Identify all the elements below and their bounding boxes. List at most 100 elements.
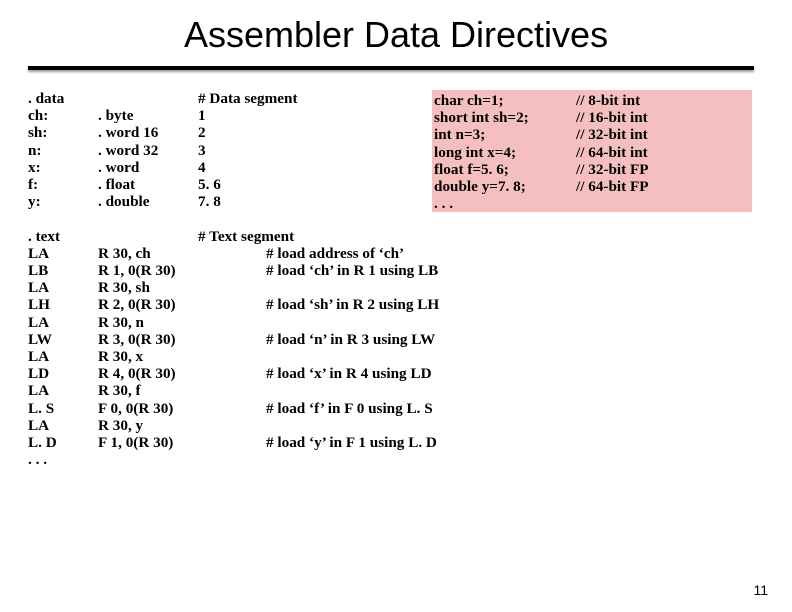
c-stmt: double y=7. 8;: [434, 178, 576, 195]
asm-label: LA: [28, 245, 98, 262]
asm-data-row: sh: . word 16 2: [28, 124, 439, 141]
asm-data-row: y: . double 7. 8: [28, 193, 439, 210]
asm-arg: [198, 417, 266, 434]
asm-label: L. S: [28, 400, 98, 417]
assembly-block: . data # Data segment ch: . byte 1 sh: .…: [28, 90, 439, 468]
asm-label: x:: [28, 159, 98, 176]
asm-data-row: x: . word 4: [28, 159, 439, 176]
asm-arg: [198, 434, 266, 451]
asm-arg: [198, 314, 266, 331]
asm-cmt: # load address of ‘ch’: [266, 245, 404, 262]
asm-op: R 30, x: [98, 348, 198, 365]
title-underline: [28, 66, 754, 70]
page-number: 11: [753, 582, 768, 598]
asm-label: LA: [28, 314, 98, 331]
asm-op: R 30, y: [98, 417, 198, 434]
asm-op: R 30, n: [98, 314, 198, 331]
asm-op: R 1, 0(R 30): [98, 262, 198, 279]
c-stmt: short int sh=2;: [434, 109, 576, 126]
asm-label: LW: [28, 331, 98, 348]
asm-op: [98, 90, 198, 107]
asm-data-row: f: . float 5. 6: [28, 176, 439, 193]
asm-arg: [198, 279, 266, 296]
asm-arg: [198, 245, 266, 262]
c-code-row: short int sh=2; // 16-bit int: [434, 109, 752, 126]
c-code-row: char ch=1; // 8-bit int: [434, 92, 752, 109]
asm-arg: # Data segment: [198, 90, 266, 107]
asm-label: LB: [28, 262, 98, 279]
asm-op: . word: [98, 159, 198, 176]
asm-op: F 1, 0(R 30): [98, 434, 198, 451]
asm-arg: [198, 296, 266, 313]
asm-text-row: LB R 1, 0(R 30) # load ‘ch’ in R 1 using…: [28, 262, 439, 279]
asm-label: y:: [28, 193, 98, 210]
c-comment: // 16-bit int: [576, 109, 648, 126]
asm-label: sh:: [28, 124, 98, 141]
asm-label: . . .: [28, 451, 98, 468]
c-comment: // 32-bit FP: [576, 161, 649, 178]
asm-cmt: # load ‘ch’ in R 1 using LB: [266, 262, 438, 279]
asm-text-row: L. S F 0, 0(R 30) # load ‘f’ in F 0 usin…: [28, 400, 439, 417]
asm-op: R 30, ch: [98, 245, 198, 262]
asm-op: [98, 451, 198, 468]
c-code-row: . . .: [434, 195, 752, 212]
asm-arg: 1: [198, 107, 266, 124]
asm-op: . double: [98, 193, 198, 210]
asm-label: LD: [28, 365, 98, 382]
asm-op: . byte: [98, 107, 198, 124]
blank-line: [28, 210, 439, 227]
asm-op: . float: [98, 176, 198, 193]
asm-label: LA: [28, 348, 98, 365]
asm-op: R 4, 0(R 30): [98, 365, 198, 382]
c-code-row: double y=7. 8; // 64-bit FP: [434, 178, 752, 195]
asm-arg: [198, 451, 266, 468]
asm-text-row: LA R 30, x: [28, 348, 439, 365]
asm-op: . word 32: [98, 142, 198, 159]
c-stmt: int n=3;: [434, 126, 576, 143]
asm-text-row: LA R 30, ch # load address of ‘ch’: [28, 245, 439, 262]
asm-cmt: # load ‘f’ in F 0 using L. S: [266, 400, 433, 417]
asm-label: . text: [28, 228, 98, 245]
asm-cmt: # load ‘n’ in R 3 using LW: [266, 331, 435, 348]
asm-arg: 2: [198, 124, 266, 141]
asm-text-row: LA R 30, f: [28, 382, 439, 399]
asm-text-row: LD R 4, 0(R 30) # load ‘x’ in R 4 using …: [28, 365, 439, 382]
asm-label: . data: [28, 90, 98, 107]
asm-op: . word 16: [98, 124, 198, 141]
asm-arg: [198, 262, 266, 279]
asm-data-row: n: . word 32 3: [28, 142, 439, 159]
asm-text-row: . . .: [28, 451, 439, 468]
asm-op: F 0, 0(R 30): [98, 400, 198, 417]
asm-arg: 3: [198, 142, 266, 159]
asm-arg: [198, 365, 266, 382]
asm-text-row: LH R 2, 0(R 30) # load ‘sh’ in R 2 using…: [28, 296, 439, 313]
asm-label: ch:: [28, 107, 98, 124]
asm-text-row: LA R 30, sh: [28, 279, 439, 296]
asm-arg: [198, 382, 266, 399]
asm-text-row: LA R 30, y: [28, 417, 439, 434]
asm-op: R 30, sh: [98, 279, 198, 296]
c-comment: // 32-bit int: [576, 126, 648, 143]
c-comment: // 64-bit FP: [576, 178, 649, 195]
asm-arg: [198, 348, 266, 365]
asm-op: [98, 228, 198, 245]
asm-cmt: # load ‘x’ in R 4 using LD: [266, 365, 432, 382]
asm-text-row: LA R 30, n: [28, 314, 439, 331]
asm-cmt: # load ‘sh’ in R 2 using LH: [266, 296, 439, 313]
c-code-row: float f=5. 6; // 32-bit FP: [434, 161, 752, 178]
asm-text-row: LW R 3, 0(R 30) # load ‘n’ in R 3 using …: [28, 331, 439, 348]
c-stmt: float f=5. 6;: [434, 161, 576, 178]
asm-text-row: L. D F 1, 0(R 30) # load ‘y’ in F 1 usin…: [28, 434, 439, 451]
asm-label: LA: [28, 279, 98, 296]
asm-label: f:: [28, 176, 98, 193]
c-stmt: long int x=4;: [434, 144, 576, 161]
c-code-row: long int x=4; // 64-bit int: [434, 144, 752, 161]
c-comment: // 64-bit int: [576, 144, 648, 161]
asm-label: LH: [28, 296, 98, 313]
c-comment: // 8-bit int: [576, 92, 640, 109]
asm-op: R 3, 0(R 30): [98, 331, 198, 348]
c-code-row: int n=3; // 32-bit int: [434, 126, 752, 143]
asm-label: L. D: [28, 434, 98, 451]
asm-arg: 7. 8: [198, 193, 266, 210]
asm-label: n:: [28, 142, 98, 159]
